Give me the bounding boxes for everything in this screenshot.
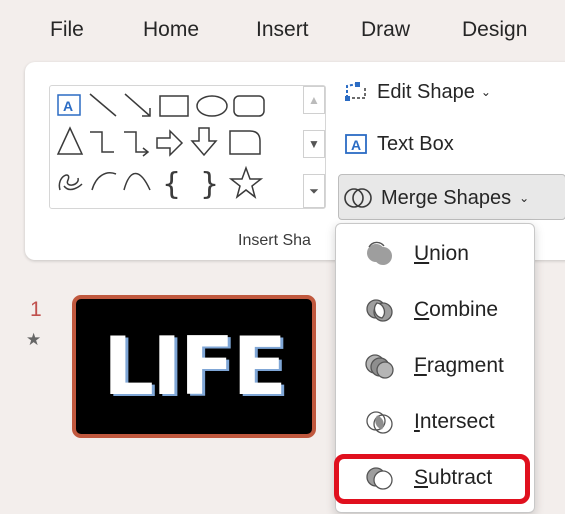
arrow-line-icon[interactable] [124,93,151,117]
shapes-gallery-grid: A { } [56,93,265,202]
accelerator-key: U [414,242,430,265]
ribbon-tabs: File Home Insert Draw Design [0,0,565,60]
edit-shape-icon [343,80,369,104]
merge-shapes-icon [343,185,373,211]
group-label-insert-shapes: Insert Sha [238,232,311,249]
merge-shapes-label: Merge Shapes [381,186,512,209]
slide-thumbnail[interactable]: LIFE [72,295,316,438]
right-brace-icon[interactable]: } [200,167,219,202]
right-arrow-icon[interactable] [156,129,184,157]
flowchart-icon[interactable] [229,130,261,155]
elbow-arrow-connector-icon[interactable] [124,131,150,157]
gallery-scroll-up-button[interactable]: ▲ [303,86,325,114]
intersect-icon [366,411,393,434]
arc-icon[interactable] [91,172,117,191]
chevron-down-icon: ⌄ [480,85,491,99]
slide-animation-star-icon: ★ [26,330,42,349]
slide-number: 1 [30,298,42,321]
star-icon[interactable] [228,165,264,199]
subtract-highlight-annotation [334,454,530,504]
svg-text:A: A [351,137,361,153]
text-box-icon: A [343,132,369,156]
menu-item-combine[interactable]: Combine [336,282,534,338]
menu-item-union[interactable]: Union [336,226,534,282]
edit-shape-label: Edit Shape [377,80,475,103]
menu-item-intersect[interactable]: Intersect [336,394,534,450]
curve-icon[interactable] [123,172,151,191]
union-icon [367,241,392,265]
rounded-rectangle-icon[interactable] [233,95,265,117]
tab-file[interactable]: File [50,18,84,42]
gallery-scroll-down-button[interactable]: ▼ [303,130,325,158]
down-arrow-icon[interactable] [190,127,218,157]
line-icon[interactable] [89,93,117,117]
text-box-icon[interactable]: A [57,94,81,116]
chevron-down-icon: ⌄ [519,191,530,205]
tab-insert[interactable]: Insert [256,18,309,42]
slide-title-text: LIFE [102,320,287,413]
elbow-connector-icon[interactable] [90,131,114,153]
tab-draw[interactable]: Draw [361,18,410,42]
fragment-icon [365,354,394,379]
left-brace-icon[interactable]: { [162,167,181,202]
text-box-label: Text Box [377,132,454,155]
triangle-icon[interactable] [56,126,84,155]
merge-shapes-content[interactable]: Merge Shapes ⌄ [343,185,529,211]
shapes-gallery: A { } ▲ ▼ ⏷ [49,85,326,209]
text-box-button[interactable]: A Text Box [343,132,454,156]
tab-design[interactable]: Design [462,18,527,42]
combine-icon [366,299,393,322]
oval-icon[interactable] [196,95,228,117]
menu-item-fragment[interactable]: Fragment [336,338,534,394]
svg-text:A: A [63,98,73,114]
freeform-scribble-icon[interactable] [58,174,83,191]
rectangle-icon[interactable] [159,95,189,117]
gallery-expand-button[interactable]: ⏷ [303,174,325,208]
edit-shape-button[interactable]: Edit Shape ⌄ [343,80,491,104]
tab-home[interactable]: Home [143,18,199,42]
